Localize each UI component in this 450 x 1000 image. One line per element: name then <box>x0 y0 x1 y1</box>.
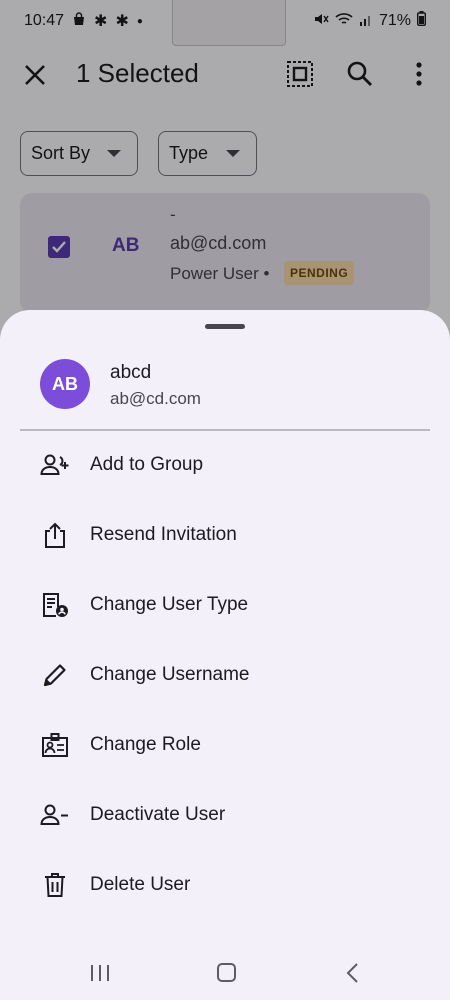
drag-handle[interactable] <box>205 324 245 329</box>
sheet-user-name: abcd <box>110 362 152 383</box>
sheet-user-email: ab@cd.com <box>110 389 201 408</box>
deactivate-user-label: Deactivate User <box>90 804 226 825</box>
trash-icon <box>40 872 70 898</box>
pencil-icon <box>40 662 70 688</box>
delete-user-label: Delete User <box>90 874 191 895</box>
user-type-icon <box>40 592 70 618</box>
add-to-group-action[interactable]: Add to Group <box>0 430 450 500</box>
change-role-action[interactable]: Change Role <box>0 710 450 780</box>
home-icon[interactable] <box>217 963 236 982</box>
recents-icon[interactable] <box>90 964 110 982</box>
resend-invitation-action[interactable]: Resend Invitation <box>0 500 450 570</box>
delete-user-action[interactable]: Delete User <box>0 850 450 920</box>
system-nav-bar <box>0 944 450 1000</box>
add-to-group-label: Add to Group <box>90 454 204 475</box>
back-icon[interactable] <box>345 962 359 984</box>
change-user-type-action[interactable]: Change User Type <box>0 570 450 640</box>
change-username-action[interactable]: Change Username <box>0 640 450 710</box>
resend-invitation-label: Resend Invitation <box>90 524 237 545</box>
deactivate-user-action[interactable]: Deactivate User <box>0 780 450 850</box>
change-user-type-label: Change User Type <box>90 594 249 615</box>
remove-person-icon <box>40 802 70 828</box>
share-icon <box>40 522 70 548</box>
id-badge-icon <box>40 732 70 758</box>
add-person-icon <box>40 452 70 478</box>
change-username-label: Change Username <box>90 664 250 685</box>
avatar-initials: AB <box>52 373 78 394</box>
change-role-label: Change Role <box>90 734 201 755</box>
user-actions-sheet: AB abcd ab@cd.com Add to Group Resend In… <box>0 310 450 1000</box>
avatar: AB <box>40 359 90 409</box>
